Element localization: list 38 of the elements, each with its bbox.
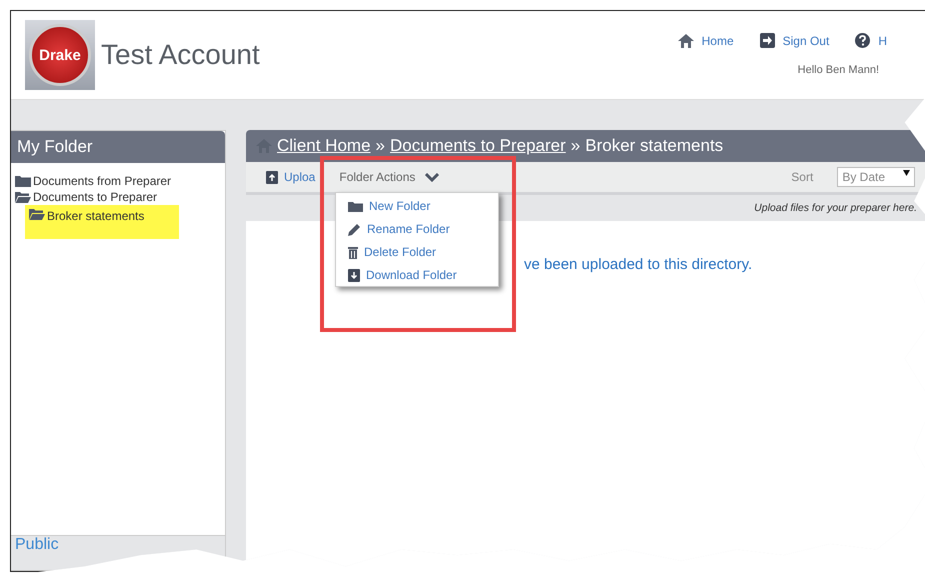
open-folder-icon	[29, 209, 45, 220]
sort-dropdown[interactable]: By Date	[837, 167, 915, 187]
folder-icon	[15, 176, 31, 186]
folder-tree-item[interactable]: Documents to Preparer	[15, 189, 221, 205]
menu-item[interactable]: Delete Folder	[348, 245, 498, 259]
menu-item[interactable]: Rename Folder	[348, 222, 498, 236]
breadcrumb-link[interactable]: Client Home	[277, 136, 371, 156]
empty-message: ve been uploaded to this directory.	[524, 256, 752, 273]
folder-actions-button[interactable]: Folder Actions	[339, 170, 440, 184]
public-link[interactable]: Public	[11, 536, 59, 554]
menu-item[interactable]: New Folder	[348, 199, 498, 213]
breadcrumb-current: Broker statements	[585, 136, 724, 156]
dropdown-arrow-icon	[903, 170, 910, 176]
account-title: Test Account	[101, 39, 261, 71]
home-icon	[678, 34, 694, 48]
menu-item[interactable]: Download Folder	[348, 268, 498, 282]
chevron-down-icon	[425, 172, 440, 182]
sign-out-icon	[760, 33, 775, 48]
folder-tree-item[interactable]: Documents from Preparer	[15, 173, 221, 189]
upload-hint: Upload files for your preparer here.	[754, 202, 917, 214]
folder-tree-item[interactable]: Broker statements	[25, 205, 179, 239]
open-folder-icon	[15, 192, 31, 202]
sort-label: Sort	[791, 170, 814, 184]
logo-text: Drake	[39, 46, 81, 64]
breadcrumb-separator: »	[376, 136, 386, 156]
greeting: Hello Ben Mann!	[798, 64, 879, 76]
breadcrumb-separator: »	[570, 136, 580, 156]
help-icon	[855, 33, 870, 48]
breadcrumb-link[interactable]: Documents to Preparer	[390, 136, 566, 156]
panel-title: My Folder	[11, 131, 225, 163]
nav-link[interactable]: Sign Out	[760, 33, 830, 48]
nav-link[interactable]: H	[855, 33, 887, 48]
folder-icon	[348, 200, 363, 212]
upload-icon	[266, 170, 278, 184]
download-icon	[348, 268, 360, 282]
trash-icon	[348, 246, 358, 258]
upload-button[interactable]: Uploa	[266, 170, 316, 184]
nav-link[interactable]: Home	[678, 33, 734, 48]
